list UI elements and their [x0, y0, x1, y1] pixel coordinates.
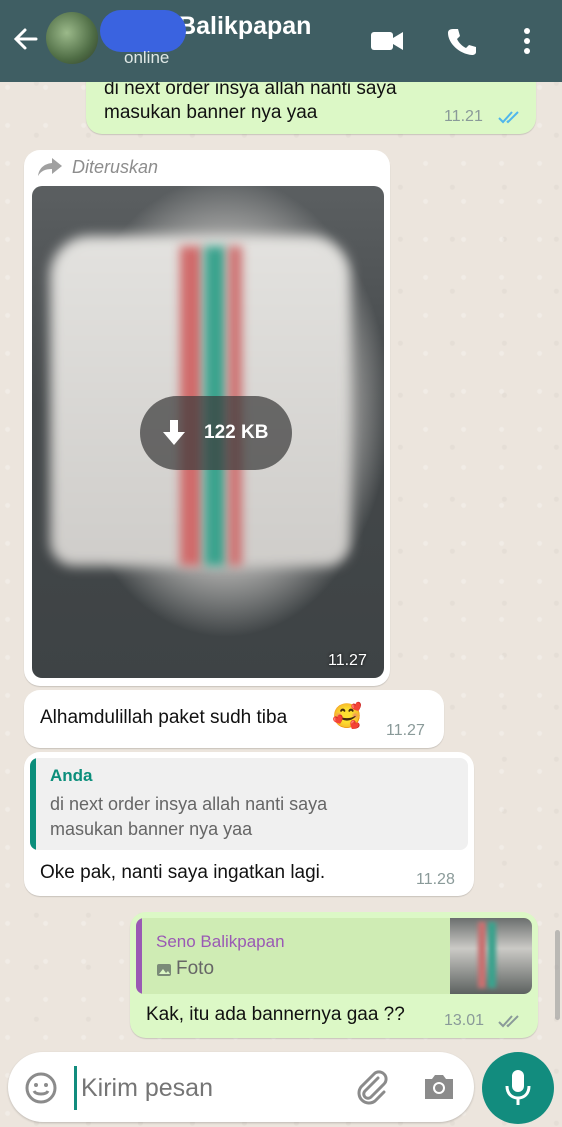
quote-author: Anda [50, 766, 93, 785]
quote-author: Seno Balikpapan [156, 932, 285, 951]
quoted-message[interactable]: Seno Balikpapan Foto [136, 918, 532, 994]
message-text: masukan banner nya yaa [104, 102, 318, 123]
message-input[interactable] [74, 1066, 343, 1110]
message-bubble-incoming[interactable]: Alhamdulillah paket sudh tiba 🥰 11.27 [24, 690, 444, 748]
avatar[interactable] [46, 12, 98, 64]
emoji-icon[interactable] [24, 1071, 58, 1110]
quote-text: masukan banner nya yaa [50, 819, 253, 839]
emoji: 🥰 [332, 703, 362, 730]
voice-record-button[interactable] [482, 1052, 554, 1124]
message-time: 11.27 [386, 722, 425, 739]
quote-thumbnail [450, 918, 532, 994]
video-call-icon[interactable] [370, 26, 404, 61]
message-time: 11.28 [416, 871, 455, 888]
message-composer [8, 1052, 474, 1122]
scrollbar[interactable] [555, 930, 560, 1020]
message-text: Kak, itu ada bannernya gaa ?? [146, 1004, 405, 1025]
photo-icon [156, 962, 172, 983]
message-time: 13.01 [444, 1012, 485, 1029]
redaction-mask [100, 10, 186, 52]
message-time: 11.21 [444, 108, 483, 125]
forward-icon [36, 156, 64, 183]
back-arrow-icon[interactable] [10, 24, 40, 54]
quote-text: di next order insya allah nanti saya [50, 794, 328, 814]
message-bubble-outgoing-reply[interactable]: Seno Balikpapan Foto Kak, itu ada banner… [130, 912, 538, 1038]
attach-icon[interactable] [354, 1070, 390, 1111]
quote-type: Foto [176, 958, 215, 979]
delivered-ticks-icon [498, 1015, 519, 1028]
download-icon [160, 418, 188, 453]
contact-status: online [124, 48, 170, 67]
mic-icon [504, 1068, 532, 1113]
quote-bar [136, 918, 142, 994]
forwarded-label: Diteruskan [72, 157, 159, 177]
quoted-message[interactable]: Anda di next order insya allah nanti say… [30, 758, 468, 850]
image-thumbnail[interactable]: 122 KB 11.27 [32, 186, 384, 678]
camera-icon[interactable] [422, 1072, 456, 1107]
more-vert-icon[interactable] [520, 26, 534, 61]
download-button[interactable]: 122 KB [140, 396, 292, 470]
message-text: Oke pak, nanti saya ingatkan lagi. [40, 862, 326, 883]
message-list[interactable]: di next order insya allah nanti saya mas… [0, 52, 562, 1042]
message-text: Alhamdulillah paket sudh tiba [40, 707, 288, 728]
message-bubble-incoming-image[interactable]: Diteruskan 122 KB 11.27 [24, 150, 390, 686]
download-size: 122 KB [204, 422, 269, 443]
phone-icon[interactable] [446, 26, 476, 61]
quote-bar [30, 758, 36, 850]
read-ticks-icon [498, 111, 519, 124]
chat-header: Seno Balikpapan online [0, 0, 562, 82]
message-time: 11.27 [328, 652, 367, 669]
message-bubble-incoming-reply[interactable]: Anda di next order insya allah nanti say… [24, 752, 474, 896]
